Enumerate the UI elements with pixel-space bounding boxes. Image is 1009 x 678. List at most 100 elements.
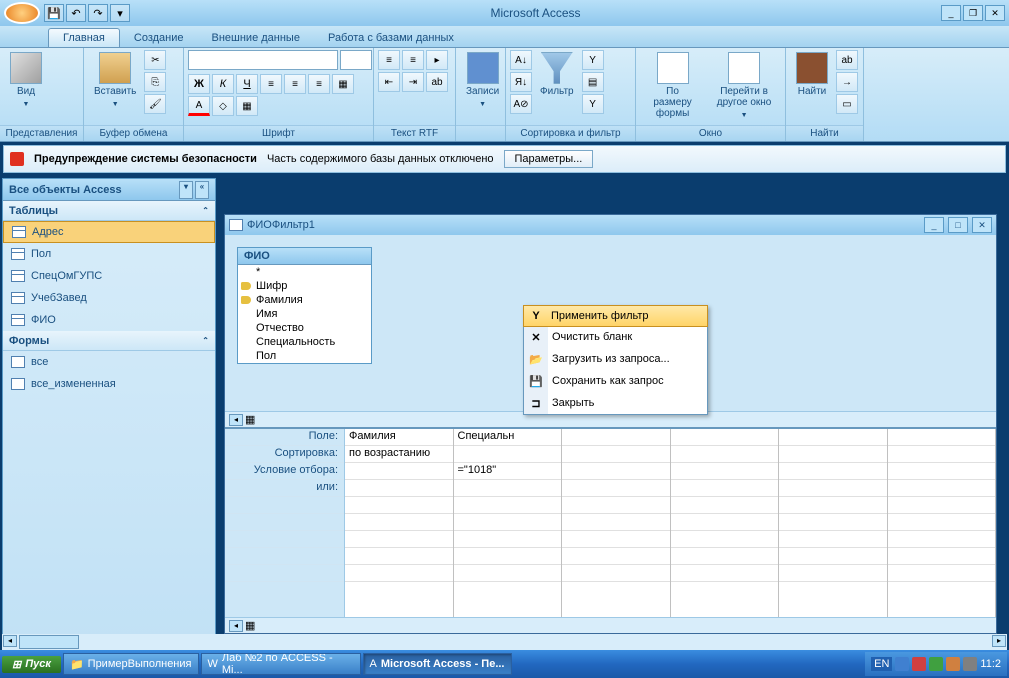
grid-col-5[interactable] [779, 429, 888, 617]
font-name-combo[interactable] [188, 50, 338, 70]
align-center-icon[interactable]: ≡ [284, 74, 306, 94]
nav-table-spec[interactable]: СпецОмГУПС [3, 265, 215, 287]
sort-desc-icon[interactable]: Я↓ [510, 72, 532, 92]
clear-sort-icon[interactable]: A⊘ [510, 94, 532, 114]
sf-btn1[interactable]: Y [582, 50, 604, 70]
field-imya[interactable]: Имя [238, 307, 371, 321]
rtf-btn1[interactable]: ≡ [378, 50, 400, 70]
sf-btn3[interactable]: Y [582, 94, 604, 114]
goto-icon[interactable]: → [836, 72, 858, 92]
tray-icon-3[interactable] [929, 657, 943, 671]
subwin-minimize[interactable]: _ [924, 217, 944, 233]
ctx-apply-filter[interactable]: YПрименить фильтр [523, 305, 708, 327]
rtf-btn4[interactable]: ⇤ [378, 72, 400, 92]
lang-indicator[interactable]: EN [871, 657, 892, 671]
save-icon[interactable]: 💾 [44, 4, 64, 22]
grid-col-2[interactable]: Специальн="1018" [454, 429, 563, 617]
cut-icon[interactable]: ✂ [144, 50, 166, 70]
form-icon [11, 378, 25, 390]
views-button[interactable]: Вид▼ [4, 50, 48, 112]
bold-icon[interactable]: Ж [188, 74, 210, 94]
office-button[interactable] [4, 2, 40, 24]
field-pol[interactable]: Пол [238, 349, 371, 363]
tab-home[interactable]: Главная [48, 28, 120, 47]
taskbar-item-1[interactable]: 📁ПримерВыполнения [63, 653, 199, 675]
filter-button[interactable]: Фильтр [534, 50, 580, 99]
select-icon[interactable]: ▭ [836, 94, 858, 114]
redo-icon[interactable]: ↷ [88, 4, 108, 22]
filter-window-titlebar[interactable]: ФИОФильтр1 _ □ ✕ [225, 215, 996, 235]
qbe-table-area[interactable]: ФИО * Шифр Фамилия Имя Отчество Специаль… [225, 235, 996, 411]
qbe-grid-scroll[interactable]: ◂▦ [225, 617, 996, 633]
field-otchestvo[interactable]: Отчество [238, 321, 371, 335]
tab-dbtools[interactable]: Работа с базами данных [314, 29, 468, 47]
nav-collapse-icon[interactable]: « [195, 181, 209, 199]
format-painter-icon[interactable]: 🖌 [144, 94, 166, 114]
tab-create[interactable]: Создание [120, 29, 198, 47]
nav-form-vse-izm[interactable]: все_измененная [3, 373, 215, 395]
nav-table-adres[interactable]: Адрес [3, 221, 215, 243]
rtf-btn2[interactable]: ≡ [402, 50, 424, 70]
field-spec[interactable]: Специальность [238, 335, 371, 349]
field-list[interactable]: ФИО * Шифр Фамилия Имя Отчество Специаль… [237, 247, 372, 364]
nav-table-pol[interactable]: Пол [3, 243, 215, 265]
close-button[interactable]: ✕ [985, 5, 1005, 21]
replace-icon[interactable]: ab [836, 50, 858, 70]
tray-icon-5[interactable] [963, 657, 977, 671]
rtf-btn3[interactable]: ▸ [426, 50, 448, 70]
nav-form-vse[interactable]: все [3, 351, 215, 373]
align-left-icon[interactable]: ≡ [260, 74, 282, 94]
taskbar-item-2[interactable]: WЛаб №2 по ACCESS - Mi... [201, 653, 361, 675]
start-button[interactable]: ⊞Пуск [2, 656, 61, 673]
subwin-close[interactable]: ✕ [972, 217, 992, 233]
underline-icon[interactable]: Ч [236, 74, 258, 94]
clock[interactable]: 11:2 [980, 658, 1001, 670]
minimize-button[interactable]: _ [941, 5, 961, 21]
shading-icon[interactable]: ▦ [236, 96, 258, 116]
taskbar-item-3[interactable]: AMicrosoft Access - Пе... [363, 653, 512, 675]
qat-customize-icon[interactable]: ▾ [110, 4, 130, 22]
sort-asc-icon[interactable]: A↓ [510, 50, 532, 70]
ctx-save-query[interactable]: 💾Сохранить как запрос [524, 370, 707, 392]
find-button[interactable]: Найти [790, 50, 834, 99]
nav-category-tables[interactable]: Таблицы⌃ [3, 201, 215, 221]
font-color-icon[interactable]: A [188, 96, 210, 116]
ctx-load-query[interactable]: 📂Загрузить из запроса... [524, 348, 707, 370]
fill-color-icon[interactable]: ◇ [212, 96, 234, 116]
tray-icon-1[interactable] [895, 657, 909, 671]
nav-header[interactable]: Все объекты Access ▾« [3, 179, 215, 201]
fit-form-button[interactable]: По размеру формы [640, 50, 705, 121]
grid-col-1[interactable]: Фамилияпо возрастанию [345, 429, 454, 617]
sf-btn2[interactable]: ▤ [582, 72, 604, 92]
copy-icon[interactable]: ⎘ [144, 72, 166, 92]
grid-col-3[interactable] [562, 429, 671, 617]
tab-external[interactable]: Внешние данные [198, 29, 314, 47]
ctx-clear-grid[interactable]: ✕Очистить бланк [524, 326, 707, 348]
rtf-btn6[interactable]: ab [426, 72, 448, 92]
undo-icon[interactable]: ↶ [66, 4, 86, 22]
grid-col-4[interactable] [671, 429, 780, 617]
field-star[interactable]: * [238, 265, 371, 279]
main-horizontal-scrollbar[interactable]: ◂▸ [2, 634, 1007, 650]
nav-table-ucheb[interactable]: УчебЗавед [3, 287, 215, 309]
subwin-maximize[interactable]: □ [948, 217, 968, 233]
gridlines-icon[interactable]: ▦ [332, 74, 354, 94]
restore-button[interactable]: ❐ [963, 5, 983, 21]
field-shifr[interactable]: Шифр [238, 279, 371, 293]
font-size-combo[interactable] [340, 50, 372, 70]
grid-col-6[interactable] [888, 429, 997, 617]
tray-icon-2[interactable] [912, 657, 926, 671]
records-button[interactable]: Записи▼ [460, 50, 505, 112]
rtf-btn5[interactable]: ⇥ [402, 72, 424, 92]
nav-category-forms[interactable]: Формы⌃ [3, 331, 215, 351]
paste-button[interactable]: Вставить▼ [88, 50, 142, 112]
switch-window-button[interactable]: Перейти в другое окно▼ [707, 50, 781, 123]
italic-icon[interactable]: К [212, 74, 234, 94]
nav-table-fio[interactable]: ФИО [3, 309, 215, 331]
nav-dropdown-icon[interactable]: ▾ [179, 181, 193, 199]
field-familiya[interactable]: Фамилия [238, 293, 371, 307]
security-options-button[interactable]: Параметры... [504, 150, 594, 168]
align-right-icon[interactable]: ≡ [308, 74, 330, 94]
tray-icon-4[interactable] [946, 657, 960, 671]
ctx-close[interactable]: ⊐Закрыть [524, 392, 707, 414]
